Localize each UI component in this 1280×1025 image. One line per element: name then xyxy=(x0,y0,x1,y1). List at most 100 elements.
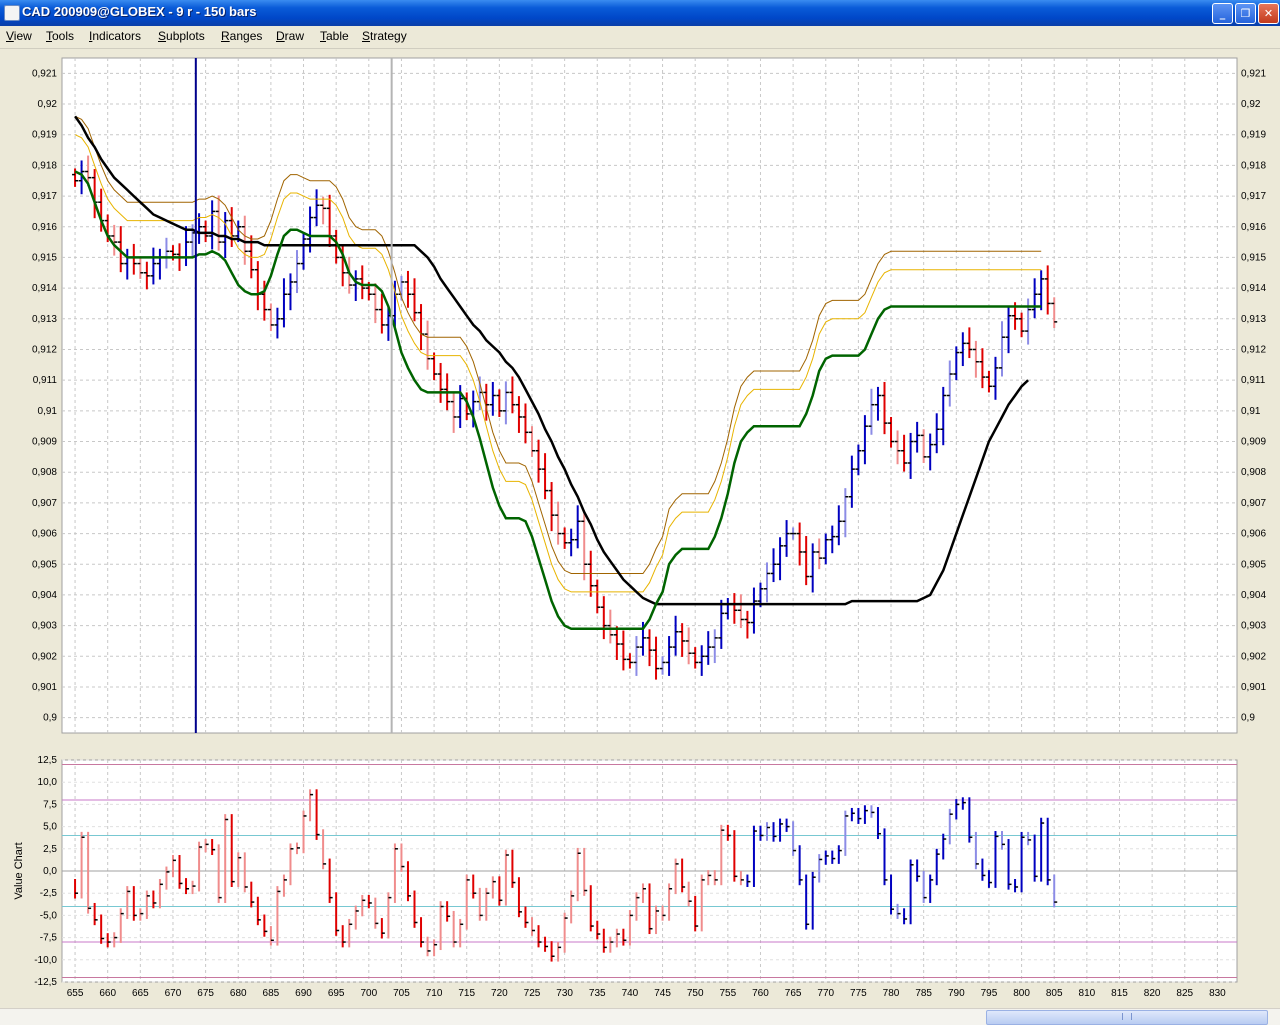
price-y-label-right: 0,917 xyxy=(1241,191,1266,202)
price-y-label-left: 0,912 xyxy=(32,344,57,355)
x-tick-label: 710 xyxy=(426,988,443,999)
price-y-label-left: 0,916 xyxy=(32,222,57,233)
price-y-label-left: 0,9 xyxy=(43,713,57,724)
price-y-label-right: 0,919 xyxy=(1241,130,1266,141)
price-y-label-right: 0,92 xyxy=(1241,99,1261,110)
price-y-label-right: 0,902 xyxy=(1241,651,1266,662)
value-y-label: -7,5 xyxy=(40,933,58,944)
price-y-label-left: 0,92 xyxy=(38,99,58,110)
menu-subplots[interactable]: Subplots xyxy=(158,29,205,43)
menu-view[interactable]: View xyxy=(6,29,32,43)
x-tick-label: 740 xyxy=(622,988,639,999)
x-tick-label: 700 xyxy=(360,988,377,999)
x-tick-label: 745 xyxy=(654,988,671,999)
menu-indicators[interactable]: Indicators xyxy=(89,29,141,43)
price-y-label-right: 0,915 xyxy=(1241,252,1266,263)
x-tick-label: 690 xyxy=(295,988,312,999)
value-y-label: 5,0 xyxy=(43,822,57,833)
price-y-label-left: 0,917 xyxy=(32,191,57,202)
x-tick-label: 660 xyxy=(99,988,116,999)
price-y-label-right: 0,906 xyxy=(1241,529,1266,540)
x-tick-label: 665 xyxy=(132,988,149,999)
x-tick-label: 760 xyxy=(752,988,769,999)
value-y-label: 12,5 xyxy=(38,755,58,766)
maximize-button[interactable]: ❐ xyxy=(1235,3,1256,24)
price-y-label-left: 0,904 xyxy=(32,590,57,601)
price-y-label-left: 0,902 xyxy=(32,651,57,662)
price-y-label-left: 0,911 xyxy=(33,375,58,386)
price-y-label-right: 0,918 xyxy=(1241,160,1266,171)
x-tick-label: 755 xyxy=(719,988,736,999)
price-y-label-left: 0,921 xyxy=(32,68,57,79)
price-y-label-left: 0,914 xyxy=(32,283,57,294)
x-tick-label: 725 xyxy=(524,988,541,999)
price-y-label-right: 0,9 xyxy=(1241,713,1255,724)
x-tick-label: 800 xyxy=(1013,988,1030,999)
x-tick-label: 675 xyxy=(197,988,214,999)
bar-index-axis: 655 660 665 670 675 680 685 690 695 700 705 710 715 7… xyxy=(67,988,1226,999)
x-tick-label: 780 xyxy=(883,988,900,999)
scrollbar-grip-icon xyxy=(1122,1013,1132,1020)
title-bar: CAD 200909@GLOBEX - 9 r - 150 bars _ ❐ ✕ xyxy=(0,0,1280,26)
value-chart-panel[interactable]: -12,5 -10,0 -7,5 -5,0 -2,5 0,0 2,5 5,0 7,5 10,0 12… xyxy=(13,755,1238,988)
price-y-label-left: 0,906 xyxy=(32,529,57,540)
x-tick-label: 820 xyxy=(1144,988,1161,999)
x-tick-label: 825 xyxy=(1176,988,1193,999)
java-app-icon xyxy=(4,5,20,21)
price-y-label-left: 0,905 xyxy=(32,559,57,570)
x-tick-label: 720 xyxy=(491,988,508,999)
x-tick-label: 775 xyxy=(850,988,867,999)
price-y-label-left: 0,901 xyxy=(32,682,57,693)
menu-table[interactable]: Table xyxy=(320,29,349,43)
x-tick-label: 790 xyxy=(948,988,965,999)
price-y-label-right: 0,916 xyxy=(1241,222,1266,233)
price-y-label-right: 0,912 xyxy=(1241,344,1266,355)
price-y-label-left: 0,919 xyxy=(32,130,57,141)
price-y-label-left: 0,915 xyxy=(32,252,57,263)
x-tick-label: 795 xyxy=(981,988,998,999)
x-tick-label: 685 xyxy=(263,988,280,999)
horizontal-scrollbar[interactable] xyxy=(0,1008,1280,1025)
value-y-label: 10,0 xyxy=(38,777,58,788)
menu-bar: View Tools Indicators Subplots Ranges Dr… xyxy=(0,26,1280,49)
menu-draw[interactable]: Draw xyxy=(276,29,304,43)
value-y-label: -2,5 xyxy=(40,888,58,899)
x-tick-label: 770 xyxy=(817,988,834,999)
x-tick-label: 815 xyxy=(1111,988,1128,999)
x-tick-label: 695 xyxy=(328,988,345,999)
price-y-label-right: 0,921 xyxy=(1241,68,1266,79)
x-tick-label: 785 xyxy=(915,988,932,999)
price-y-label-left: 0,91 xyxy=(38,406,58,417)
price-y-label-left: 0,908 xyxy=(32,467,57,478)
price-y-label-left: 0,903 xyxy=(32,621,57,632)
price-y-label-right: 0,911 xyxy=(1241,375,1266,386)
value-y-label: 0,0 xyxy=(43,866,57,877)
price-y-label-right: 0,903 xyxy=(1241,621,1266,632)
x-tick-label: 765 xyxy=(785,988,802,999)
x-tick-label: 680 xyxy=(230,988,247,999)
menu-ranges[interactable]: Ranges xyxy=(221,29,262,43)
minimize-button[interactable]: _ xyxy=(1212,3,1233,24)
value-y-label: 2,5 xyxy=(43,844,57,855)
price-y-label-right: 0,914 xyxy=(1241,283,1266,294)
menu-tools[interactable]: Tools xyxy=(46,29,74,43)
x-tick-label: 735 xyxy=(589,988,606,999)
close-button[interactable]: ✕ xyxy=(1258,3,1279,24)
x-tick-label: 705 xyxy=(393,988,410,999)
x-tick-label: 805 xyxy=(1046,988,1063,999)
window-title: CAD 200909@GLOBEX - 9 r - 150 bars xyxy=(22,4,257,19)
price-y-label-right: 0,907 xyxy=(1241,498,1266,509)
x-tick-label: 750 xyxy=(687,988,704,999)
price-y-label-left: 0,907 xyxy=(32,498,57,509)
price-y-label-left: 0,918 xyxy=(32,160,57,171)
price-y-label-right: 0,91 xyxy=(1241,406,1261,417)
x-tick-label: 715 xyxy=(458,988,475,999)
chart-area[interactable]: 0,9 0,9 0,901 0,901 0,902 0,902 0,903 0,903 0,90… xyxy=(0,48,1280,1008)
price-y-label-left: 0,913 xyxy=(32,314,57,325)
price-y-label-right: 0,908 xyxy=(1241,467,1266,478)
x-tick-label: 730 xyxy=(556,988,573,999)
price-y-label-right: 0,909 xyxy=(1241,437,1266,448)
menu-strategy[interactable]: Strategy xyxy=(362,29,407,43)
price-y-label-right: 0,905 xyxy=(1241,559,1266,570)
price-panel[interactable]: 0,9 0,9 0,901 0,901 0,902 0,902 0,903 0,903 0,90… xyxy=(32,57,1266,734)
